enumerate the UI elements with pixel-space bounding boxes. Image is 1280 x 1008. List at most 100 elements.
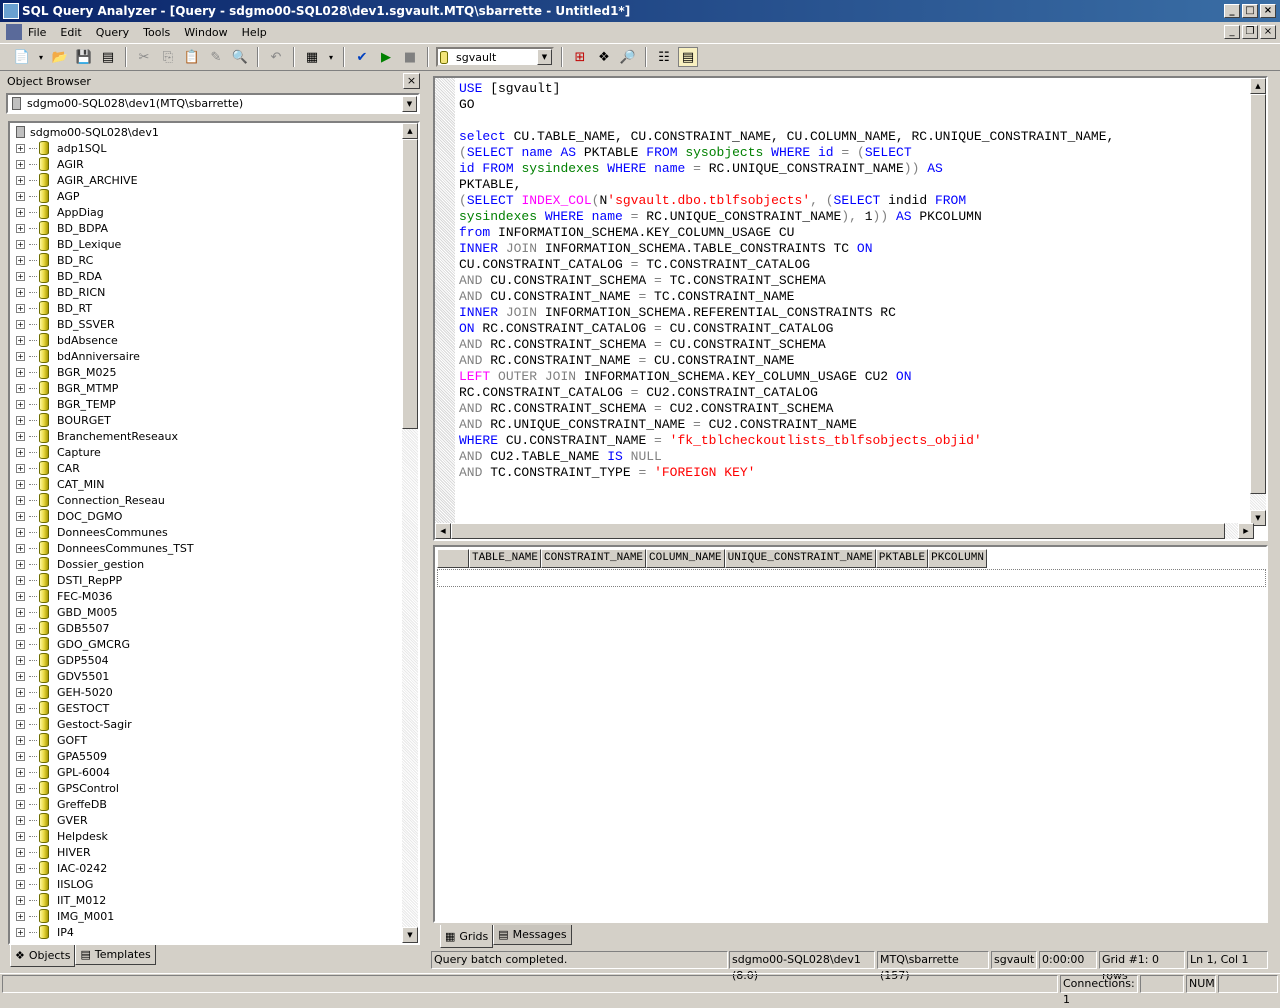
new-dropdown-icon[interactable]: ▾ — [36, 47, 46, 67]
expand-icon[interactable]: + — [16, 543, 25, 553]
expand-icon[interactable]: + — [16, 591, 25, 601]
expand-icon[interactable]: + — [16, 351, 25, 361]
tree-item-database[interactable]: + GDP5504 — [10, 652, 402, 668]
undo-icon[interactable]: ↶ — [266, 47, 286, 67]
tree-item-database[interactable]: + GBD_M005 — [10, 604, 402, 620]
results-dropdown-icon[interactable]: ▾ — [326, 47, 336, 67]
tree-item-database[interactable]: + BD_RT — [10, 300, 402, 316]
tree-item-database[interactable]: + Helpdesk — [10, 828, 402, 844]
tree-item-database[interactable]: + BranchementReseaux — [10, 428, 402, 444]
tree-item-database[interactable]: + CAR — [10, 460, 402, 476]
expand-icon[interactable]: + — [16, 863, 25, 873]
find-icon[interactable]: 🔍 — [230, 47, 250, 67]
menu-tools[interactable]: Tools — [143, 26, 170, 39]
tree-item-database[interactable]: + BOURGET — [10, 412, 402, 428]
expand-icon[interactable]: + — [16, 255, 25, 265]
expand-icon[interactable]: + — [16, 431, 25, 441]
child-restore-button[interactable]: ❐ — [1242, 25, 1258, 39]
expand-icon[interactable]: + — [16, 607, 25, 617]
tree-item-database[interactable]: + Connection_Reseau — [10, 492, 402, 508]
expand-icon[interactable]: + — [16, 927, 25, 937]
expand-icon[interactable]: + — [16, 239, 25, 249]
object-browser-close-button[interactable]: × — [403, 73, 420, 89]
expand-icon[interactable]: + — [16, 367, 25, 377]
open-icon[interactable]: 📂 — [50, 47, 70, 67]
tree-item-database[interactable]: + bdAbsence — [10, 332, 402, 348]
scroll-thumb[interactable] — [402, 139, 418, 429]
child-close-button[interactable]: × — [1260, 25, 1276, 39]
pane-splitter[interactable] — [426, 73, 430, 971]
editor-hscrollbar[interactable]: ◀ ▶ — [435, 523, 1254, 539]
expand-icon[interactable]: + — [16, 671, 25, 681]
expand-icon[interactable]: + — [16, 415, 25, 425]
tree-item-database[interactable]: + DonneesCommunes — [10, 524, 402, 540]
expand-icon[interactable]: + — [16, 831, 25, 841]
expand-icon[interactable]: + — [16, 479, 25, 489]
menu-edit[interactable]: Edit — [60, 26, 81, 39]
expand-icon[interactable]: + — [16, 799, 25, 809]
query-editor[interactable]: USE [sgvault] GO select CU.TABLE_NAME, CU.… — [433, 76, 1268, 541]
tree-item-database[interactable]: + GEH-5020 — [10, 684, 402, 700]
expand-icon[interactable]: + — [16, 783, 25, 793]
expand-icon[interactable]: + — [16, 303, 25, 313]
maximize-button[interactable]: □ — [1242, 4, 1258, 18]
scroll-up-button[interactable]: ▲ — [1250, 78, 1266, 94]
tree-item-database[interactable]: + GVER — [10, 812, 402, 828]
menu-help[interactable]: Help — [242, 26, 267, 39]
tree-item-database[interactable]: + FEC-M036 — [10, 588, 402, 604]
tree-item-database[interactable]: + IP4 — [10, 924, 402, 940]
tree-item-database[interactable]: + BD_RC — [10, 252, 402, 268]
editor-vscrollbar[interactable]: ▲ ▼ — [1250, 78, 1266, 526]
tree-item-database[interactable]: + AGP — [10, 188, 402, 204]
expand-icon[interactable]: + — [16, 847, 25, 857]
tree-item-database[interactable]: + GreffeDB — [10, 796, 402, 812]
new-query-icon[interactable]: 📄 — [12, 47, 32, 67]
clear-window-icon[interactable]: ✎ — [206, 47, 226, 67]
expand-icon[interactable]: + — [16, 623, 25, 633]
tree-item-database[interactable]: + BGR_TEMP — [10, 396, 402, 412]
tree-item-database[interactable]: + BGR_MTMP — [10, 380, 402, 396]
tree-item-database[interactable]: + GPSControl — [10, 780, 402, 796]
tab-grids[interactable]: ▦ Grids — [440, 925, 494, 948]
tree-item-database[interactable]: + BD_Lexique — [10, 236, 402, 252]
tree-item-database[interactable]: + BD_RDA — [10, 268, 402, 284]
tree-item-database[interactable]: + GPA5509 — [10, 748, 402, 764]
execute-icon[interactable]: ▶ — [376, 47, 396, 67]
tree-item-database[interactable]: + BD_SSVER — [10, 316, 402, 332]
scroll-thumb[interactable] — [1250, 94, 1266, 494]
expand-icon[interactable]: + — [16, 527, 25, 537]
column-header[interactable]: PKCOLUMN — [928, 549, 987, 568]
expand-icon[interactable]: + — [16, 223, 25, 233]
expand-icon[interactable]: + — [16, 319, 25, 329]
expand-icon[interactable]: + — [16, 751, 25, 761]
expand-icon[interactable]: + — [16, 287, 25, 297]
expand-icon[interactable]: + — [16, 703, 25, 713]
expand-icon[interactable]: + — [16, 911, 25, 921]
database-select[interactable]: sgvault ▼ — [436, 47, 554, 67]
parse-check-icon[interactable]: ✔ — [352, 47, 372, 67]
column-header[interactable]: TABLE_NAME — [469, 549, 542, 568]
insert-template-icon[interactable]: ▤ — [98, 47, 118, 67]
expand-icon[interactable]: + — [16, 447, 25, 457]
chevron-down-icon[interactable]: ▼ — [537, 49, 552, 65]
tree-item-database[interactable]: + Capture — [10, 444, 402, 460]
expand-icon[interactable]: + — [16, 767, 25, 777]
show-results-pane-icon[interactable]: ▤ — [678, 47, 698, 67]
scroll-down-button[interactable]: ▼ — [402, 927, 418, 943]
minimize-button[interactable]: _ — [1224, 4, 1240, 18]
tree-item-database[interactable]: + bdAnniversaire — [10, 348, 402, 364]
expand-icon[interactable]: + — [16, 175, 25, 185]
tree-item-database[interactable]: + DonneesCommunes_TST — [10, 540, 402, 556]
close-button[interactable]: × — [1260, 4, 1276, 18]
tree-item-database[interactable]: + GDO_GMCRG — [10, 636, 402, 652]
expand-icon[interactable]: + — [16, 191, 25, 201]
expand-icon[interactable]: + — [16, 159, 25, 169]
tree-item-database[interactable]: + AGIR — [10, 156, 402, 172]
expand-icon[interactable]: + — [16, 655, 25, 665]
expand-icon[interactable]: + — [16, 879, 25, 889]
expand-icon[interactable]: + — [16, 575, 25, 585]
column-header[interactable]: PKTABLE — [875, 549, 929, 568]
tree-item-database[interactable]: + GOFT — [10, 732, 402, 748]
expand-icon[interactable]: + — [16, 639, 25, 649]
expand-icon[interactable]: + — [16, 271, 25, 281]
